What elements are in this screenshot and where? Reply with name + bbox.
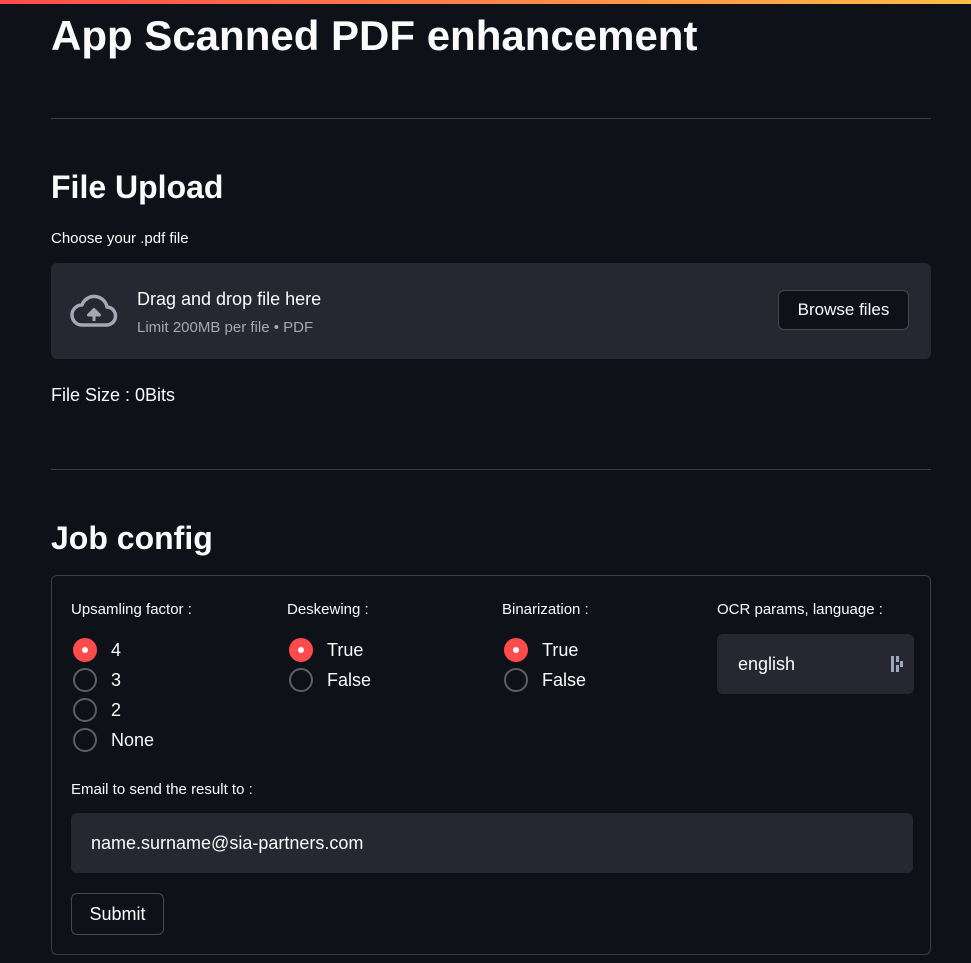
divider <box>51 118 931 119</box>
cloud-upload-icon <box>70 294 118 327</box>
dropdown-icon <box>891 656 903 672</box>
ocr-language-label: OCR params, language : <box>717 601 883 618</box>
top-accent-bar <box>0 0 971 4</box>
radio-selected-icon <box>289 638 313 662</box>
email-field[interactable] <box>71 813 913 873</box>
radio-label: False <box>327 670 372 690</box>
browse-files-button[interactable]: Browse files <box>778 290 909 330</box>
radio-selected-icon <box>504 638 528 662</box>
radio-label: 4 <box>111 640 122 660</box>
deskewing-label: Deskewing : <box>287 601 369 618</box>
upsampling-label: Upsamling factor : <box>71 601 192 618</box>
upsampling-option-2[interactable]: 2 <box>71 698 231 724</box>
radio-label: True <box>327 640 364 660</box>
radio-label: True <box>542 640 579 660</box>
ocr-language-value: english <box>738 654 796 674</box>
radio-unselected-icon <box>289 668 313 692</box>
file-uploader-label: Choose your .pdf file <box>51 230 189 247</box>
radio-unselected-icon <box>504 668 528 692</box>
radio-unselected-icon <box>73 698 97 722</box>
job-config-form: Upsamling factor : 4 3 2 None Deskewing … <box>51 575 931 955</box>
divider <box>51 469 931 470</box>
radio-unselected-icon <box>73 728 97 752</box>
radio-label: None <box>111 730 155 750</box>
radio-selected-icon <box>73 638 97 662</box>
dropzone-limit-text: Limit 200MB per file • PDF <box>137 319 314 336</box>
email-label: Email to send the result to : <box>71 781 253 798</box>
deskewing-option-false[interactable]: False <box>287 668 447 694</box>
section-heading-job-config: Job config <box>51 520 213 556</box>
file-dropzone[interactable]: Drag and drop file here Limit 200MB per … <box>51 263 931 359</box>
upsampling-option-3[interactable]: 3 <box>71 668 231 694</box>
upsampling-option-4[interactable]: 4 <box>71 638 231 664</box>
ocr-language-select[interactable]: english <box>717 634 914 694</box>
radio-label: False <box>542 670 587 690</box>
page-title: App Scanned PDF enhancement <box>51 12 698 59</box>
dropzone-instructions: Drag and drop file here <box>137 289 322 309</box>
radio-label: 3 <box>111 670 122 690</box>
upsampling-option-none[interactable]: None <box>71 728 231 754</box>
radio-label: 2 <box>111 700 122 720</box>
binarization-option-true[interactable]: True <box>502 638 662 664</box>
binarization-label: Binarization : <box>502 601 589 618</box>
submit-button[interactable]: Submit <box>71 893 164 935</box>
file-size-text: File Size : 0Bits <box>51 385 176 405</box>
section-heading-file-upload: File Upload <box>51 169 224 205</box>
deskewing-option-true[interactable]: True <box>287 638 447 664</box>
binarization-option-false[interactable]: False <box>502 668 662 694</box>
radio-unselected-icon <box>73 668 97 692</box>
